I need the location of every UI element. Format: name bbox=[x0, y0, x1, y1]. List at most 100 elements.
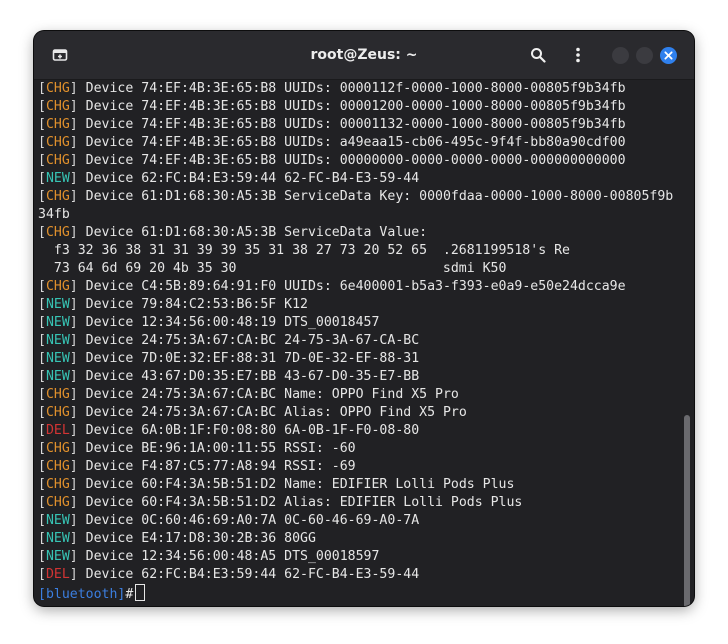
terminal-line: [CHG] Device 60:F4:3A:5B:51:D2 Alias: ED… bbox=[38, 494, 676, 512]
tag-bracket: [ bbox=[38, 225, 46, 240]
tag-bracket: ] bbox=[69, 135, 78, 150]
terminal-line: [CHG] Device 24:75:3A:67:CA:BC Name: OPP… bbox=[38, 386, 676, 404]
menu-button[interactable] bbox=[566, 43, 590, 67]
terminal-line: 34fb bbox=[38, 206, 676, 224]
maximize-button[interactable] bbox=[636, 47, 653, 64]
close-button[interactable] bbox=[660, 47, 677, 64]
line-text: Device 62:FC:B4:E3:59:44 62-FC-B4-E3-59-… bbox=[77, 567, 420, 582]
line-text: Device 60:F4:3A:5B:51:D2 Name: EDIFIER L… bbox=[77, 477, 515, 492]
line-text: Device 24:75:3A:67:CA:BC Alias: OPPO Fin… bbox=[77, 405, 467, 420]
tag-bracket: ] bbox=[69, 513, 78, 528]
tag-bracket: ] bbox=[69, 99, 78, 114]
line-text: Device 12:34:56:00:48:A5 DTS_00018597 bbox=[77, 549, 380, 564]
line-text: Device 60:F4:3A:5B:51:D2 Alias: EDIFIER … bbox=[77, 495, 523, 510]
prompt-label: bluetooth bbox=[45, 587, 118, 602]
line-text: 34fb bbox=[38, 207, 70, 222]
tag-bracket: ] bbox=[69, 423, 78, 438]
line-text: Device 43:67:D0:35:E7:BB 43-67-D0-35-E7-… bbox=[77, 369, 420, 384]
event-tag: CHG bbox=[45, 459, 70, 474]
terminal-line: [CHG] Device 60:F4:3A:5B:51:D2 Name: EDI… bbox=[38, 476, 676, 494]
event-tag: NEW bbox=[45, 351, 70, 366]
tag-bracket: ] bbox=[69, 279, 78, 294]
tag-bracket: ] bbox=[69, 369, 78, 384]
search-button[interactable] bbox=[526, 43, 550, 67]
tag-bracket: ] bbox=[69, 387, 78, 402]
event-tag: CHG bbox=[45, 405, 70, 420]
tag-bracket: [ bbox=[38, 513, 46, 528]
tag-bracket: ] bbox=[69, 567, 78, 582]
event-tag: NEW bbox=[45, 531, 70, 546]
event-tag: NEW bbox=[45, 549, 70, 564]
tag-bracket: [ bbox=[38, 369, 46, 384]
minimize-button[interactable] bbox=[612, 47, 629, 64]
tag-bracket: [ bbox=[38, 315, 46, 330]
tag-bracket: [ bbox=[38, 531, 46, 546]
terminal-line: [NEW] Device 79:84:C2:53:B6:5F K12 bbox=[38, 296, 676, 314]
terminal-line: [NEW] Device 12:34:56:00:48:A5 DTS_00018… bbox=[38, 548, 676, 566]
terminal-line: [CHG] Device 74:EF:4B:3E:65:B8 UUIDs: 00… bbox=[38, 80, 676, 98]
tag-bracket: ] bbox=[69, 171, 78, 186]
line-text: Device 24:75:3A:67:CA:BC 24-75-3A-67-CA-… bbox=[77, 333, 420, 348]
event-tag: CHG bbox=[45, 189, 70, 204]
terminal-line: [CHG] Device BE:96:1A:00:11:55 RSSI: -60 bbox=[38, 440, 676, 458]
tag-bracket: ] bbox=[69, 153, 78, 168]
tag-bracket: ] bbox=[69, 459, 78, 474]
line-text: Device 61:D1:68:30:A5:3B ServiceData Val… bbox=[77, 225, 428, 240]
line-text: Device 74:EF:4B:3E:65:B8 UUIDs: 00001200… bbox=[77, 99, 626, 114]
line-text: Device 74:EF:4B:3E:65:B8 UUIDs: a49eaa15… bbox=[77, 135, 626, 150]
event-tag: CHG bbox=[45, 225, 70, 240]
tag-bracket: ] bbox=[69, 81, 78, 96]
event-tag: NEW bbox=[45, 333, 70, 348]
terminal-line: [DEL] Device 62:FC:B4:E3:59:44 62-FC-B4-… bbox=[38, 566, 676, 584]
line-text: Device BE:96:1A:00:11:55 RSSI: -60 bbox=[77, 441, 356, 456]
tag-bracket: [ bbox=[38, 135, 46, 150]
event-tag: NEW bbox=[45, 513, 70, 528]
event-tag: CHG bbox=[45, 81, 70, 96]
tag-bracket: [ bbox=[38, 351, 46, 366]
terminal-line: 73 64 6d 69 20 4b 35 30 sdmi K50 bbox=[38, 260, 676, 278]
prompt-bracket: [ bbox=[38, 587, 46, 602]
tag-bracket: ] bbox=[69, 549, 78, 564]
tag-bracket: [ bbox=[38, 387, 46, 402]
line-text: Device C4:5B:89:64:91:F0 UUIDs: 6e400001… bbox=[77, 279, 626, 294]
event-tag: NEW bbox=[45, 171, 70, 186]
line-text: Device 0C:60:46:69:A0:7A 0C-60-46-69-A0-… bbox=[77, 513, 420, 528]
terminal-line: [NEW] Device 24:75:3A:67:CA:BC 24-75-3A-… bbox=[38, 332, 676, 350]
event-tag: CHG bbox=[45, 117, 70, 132]
event-tag: CHG bbox=[45, 495, 70, 510]
tag-bracket: [ bbox=[38, 477, 46, 492]
terminal-output[interactable]: [CHG] Device 74:EF:4B:3E:65:B8 UUIDs: 00… bbox=[38, 80, 676, 606]
tag-bracket: [ bbox=[38, 189, 46, 204]
terminal-line: [CHG] Device 74:EF:4B:3E:65:B8 UUIDs: 00… bbox=[38, 116, 676, 134]
terminal-line: [DEL] Device 6A:0B:1F:F0:08:80 6A-0B-1F-… bbox=[38, 422, 676, 440]
tag-bracket: [ bbox=[38, 153, 46, 168]
event-tag: NEW bbox=[45, 297, 70, 312]
line-text: Device 74:EF:4B:3E:65:B8 UUIDs: 00001132… bbox=[77, 117, 626, 132]
scrollbar[interactable] bbox=[684, 415, 690, 606]
terminal-line: [CHG] Device 24:75:3A:67:CA:BC Alias: OP… bbox=[38, 404, 676, 422]
text-cursor[interactable] bbox=[135, 584, 146, 601]
terminal-line: [CHG] Device 61:D1:68:30:A5:3B ServiceDa… bbox=[38, 188, 676, 206]
line-text: Device 79:84:C2:53:B6:5F K12 bbox=[77, 297, 308, 312]
tag-bracket: [ bbox=[38, 405, 46, 420]
tag-bracket: ] bbox=[69, 117, 78, 132]
line-text: Device 62:FC:B4:E3:59:44 62-FC-B4-E3-59-… bbox=[77, 171, 420, 186]
tag-bracket: ] bbox=[69, 225, 78, 240]
tag-bracket: ] bbox=[69, 333, 78, 348]
event-tag: CHG bbox=[45, 135, 70, 150]
terminal-line: [NEW] Device 12:34:56:00:48:19 DTS_00018… bbox=[38, 314, 676, 332]
tag-bracket: [ bbox=[38, 495, 46, 510]
tag-bracket: [ bbox=[38, 81, 46, 96]
event-tag: DEL bbox=[45, 423, 70, 438]
close-icon bbox=[664, 51, 673, 60]
terminal-line: [NEW] Device 43:67:D0:35:E7:BB 43-67-D0-… bbox=[38, 368, 676, 386]
terminal-line: f3 32 36 38 31 31 39 39 35 31 38 27 73 2… bbox=[38, 242, 676, 260]
terminal-line: [NEW] Device 62:FC:B4:E3:59:44 62-FC-B4-… bbox=[38, 170, 676, 188]
terminal-line: [CHG] Device C4:5B:89:64:91:F0 UUIDs: 6e… bbox=[38, 278, 676, 296]
terminal-line: [NEW] Device 0C:60:46:69:A0:7A 0C-60-46-… bbox=[38, 512, 676, 530]
event-tag: CHG bbox=[45, 99, 70, 114]
line-text: 73 64 6d 69 20 4b 35 30 sdmi K50 bbox=[38, 261, 507, 276]
tag-bracket: ] bbox=[69, 495, 78, 510]
tag-bracket: [ bbox=[38, 171, 46, 186]
terminal-line: [NEW] Device 7D:0E:32:EF:88:31 7D-0E-32-… bbox=[38, 350, 676, 368]
